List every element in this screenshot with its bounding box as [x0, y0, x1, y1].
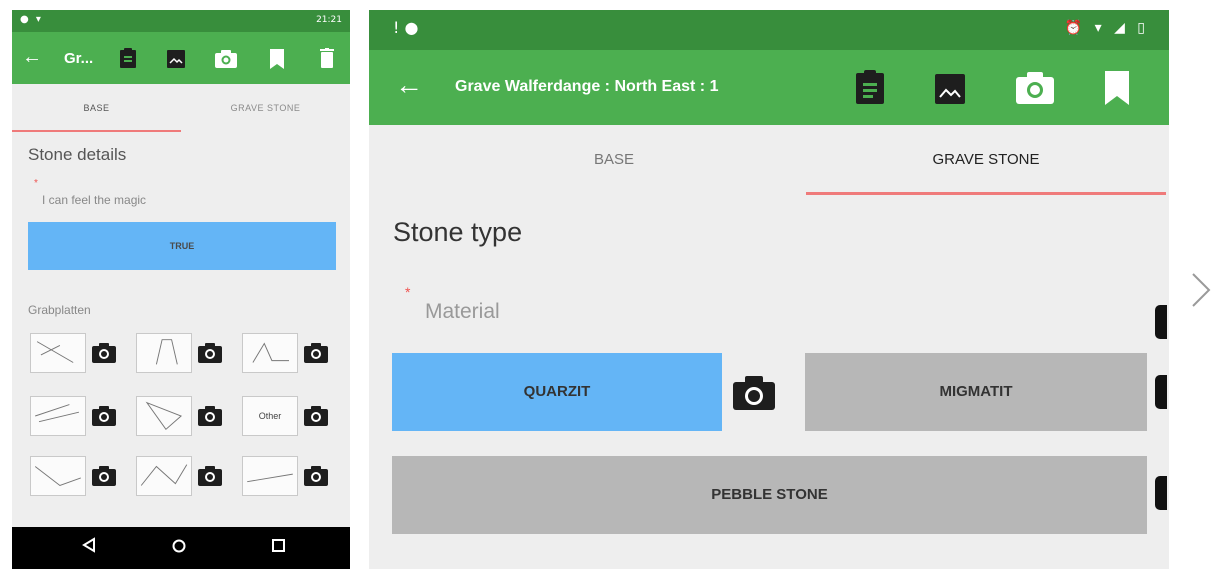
camera-icon[interactable]: [304, 406, 328, 426]
camera-icon[interactable]: [304, 343, 328, 363]
status-time: 21:21: [316, 15, 342, 25]
camera-icon[interactable]: [92, 406, 116, 426]
clipboard-icon[interactable]: [856, 70, 884, 104]
status-icons: ⏰ ▾ ◢ ▯: [1064, 20, 1149, 36]
field-label: I can feel the magic: [42, 193, 147, 207]
notification-icons: ! ●: [393, 18, 419, 37]
tab-bar: BASE GRAVE STONE: [12, 84, 350, 132]
tab-base[interactable]: BASE: [12, 84, 181, 132]
back-arrow-icon[interactable]: ←: [22, 46, 42, 69]
toolbar: ← Grave Walferdange : North East : 1: [369, 50, 1169, 125]
grave-plate-thumbnail[interactable]: [30, 456, 86, 496]
required-marker: *: [405, 284, 411, 300]
edge-marker: [1155, 476, 1167, 510]
grave-plate-thumbnail[interactable]: [136, 333, 192, 373]
nav-home-icon[interactable]: [172, 539, 186, 553]
notification-icons: ● ▾: [20, 14, 43, 25]
grave-plate-thumbnail[interactable]: [242, 333, 298, 373]
toolbar-title: Grave Walferdange : North East : 1: [455, 78, 719, 95]
camera-icon[interactable]: [304, 466, 328, 486]
material-label: Material: [425, 300, 500, 323]
edge-marker: [1155, 305, 1167, 339]
grave-plate-thumbnail[interactable]: [242, 456, 298, 496]
tab-bar: BASE GRAVE STONE: [369, 125, 1169, 205]
camera-icon[interactable]: [198, 466, 222, 486]
section-heading: Stone details: [28, 145, 127, 164]
tab-grave-stone[interactable]: GRAVE STONE: [181, 84, 350, 132]
chevron-right-icon[interactable]: [1190, 270, 1212, 310]
trash-icon[interactable]: [320, 48, 334, 68]
camera-icon[interactable]: [198, 343, 222, 363]
true-button[interactable]: TRUE: [28, 222, 336, 270]
grave-plate-other-thumbnail[interactable]: Other: [242, 396, 298, 436]
status-bar: ● ▾ 21:21: [12, 10, 350, 32]
option-pebble-stone-button[interactable]: PEBBLE STONE: [392, 456, 1147, 534]
bookmark-icon[interactable]: [1105, 71, 1129, 105]
toolbar-title: Gr...: [64, 50, 94, 67]
image-icon[interactable]: [167, 50, 185, 68]
grave-plate-thumbnail[interactable]: [136, 456, 192, 496]
bookmark-icon[interactable]: [270, 49, 284, 69]
grave-plate-thumbnail[interactable]: [30, 333, 86, 373]
camera-icon[interactable]: [92, 466, 116, 486]
camera-icon[interactable]: [92, 343, 116, 363]
camera-icon[interactable]: [198, 406, 222, 426]
image-icon[interactable]: [935, 74, 965, 104]
section-heading: Stone type: [393, 217, 523, 247]
left-phone-screen: ● ▾ 21:21 ← Gr... BASE GRAVE STONE Stone…: [12, 10, 350, 569]
camera-icon[interactable]: [215, 50, 237, 68]
grabplatten-label: Grabplatten: [28, 303, 91, 317]
required-marker: *: [34, 178, 38, 189]
tab-base[interactable]: BASE: [369, 125, 859, 195]
toolbar: ← Gr...: [12, 32, 350, 84]
camera-icon[interactable]: [733, 376, 775, 410]
navigation-bar: [12, 527, 350, 569]
nav-recents-icon[interactable]: [272, 539, 285, 552]
status-bar: ! ● ⏰ ▾ ◢ ▯: [369, 10, 1169, 50]
camera-icon[interactable]: [1016, 72, 1054, 104]
edge-marker: [1155, 375, 1167, 409]
clipboard-icon[interactable]: [120, 48, 136, 68]
grave-plate-thumbnail[interactable]: [30, 396, 86, 436]
nav-back-icon[interactable]: [82, 537, 96, 553]
tab-grave-stone[interactable]: GRAVE STONE: [806, 125, 1166, 195]
option-quarzit-button[interactable]: QUARZIT: [392, 353, 722, 431]
back-arrow-icon[interactable]: ←: [395, 69, 423, 101]
option-migmatit-button[interactable]: MIGMATIT: [805, 353, 1147, 431]
right-phone-screen: ! ● ⏰ ▾ ◢ ▯ ← Grave Walferdange : North …: [369, 10, 1169, 569]
grave-plate-thumbnail[interactable]: [136, 396, 192, 436]
